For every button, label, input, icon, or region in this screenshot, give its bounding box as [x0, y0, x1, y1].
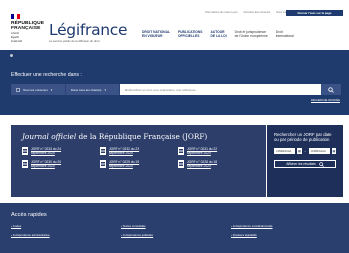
jorf-section: Journal officiel de la République França… [0, 115, 349, 203]
document-icon [22, 160, 28, 168]
period-title: Rechercher un JORF par date ou par pério… [274, 132, 332, 143]
nav-droit-ue[interactable]: Droit et jurisprudence de l'Union europé… [235, 30, 268, 38]
quick-link-juris-admin[interactable]: Jurisprudence administrative [11, 233, 121, 237]
jorf-link[interactable]: JORF n° 0231 du 22 septembre 2020 [187, 147, 217, 155]
jorf-item[interactable]: JORF n° 0232 du 23 septembre 2020 [100, 147, 173, 155]
quick-access-list: Codes Textes consolidés Jurisprudence co… [11, 224, 338, 237]
jorf-link[interactable]: JORF n° 0233 du 24 septembre 2020 [31, 147, 61, 155]
search-icon [328, 86, 334, 93]
jorf-title-italic: Journal officiel [22, 132, 77, 141]
jorf-link-line: septembre 2020 [187, 164, 211, 168]
jorf-item[interactable]: JORF n° 0231 du 22 septembre 2020 [178, 147, 251, 155]
jorf-item[interactable]: JORF n° 0228 du 18 septembre 2020 [178, 160, 251, 168]
arrow-right-icon: → [303, 149, 307, 154]
nav-autour-loi[interactable]: AUTOUR DE LA LOI [210, 30, 226, 38]
quick-link-textes[interactable]: Textes consolidés [121, 224, 231, 228]
utility-links: Informations de mises à jour Données des… [205, 11, 294, 14]
document-icon [100, 147, 106, 155]
jorf-link[interactable]: JORF n° 0229 du 19 septembre 2020 [109, 160, 139, 168]
quick-access-title: Accès rapides [11, 212, 47, 218]
jorf-link-line: septembre 2020 [31, 151, 55, 155]
jorf-item[interactable]: JORF n° 0229 du 19 septembre 2020 [100, 160, 173, 168]
jorf-link[interactable]: JORF n° 0232 du 23 septembre 2020 [109, 147, 139, 155]
calendar-icon[interactable]: ▦ [331, 148, 336, 155]
nav-label: de l'Union européenne [234, 34, 268, 38]
nav-label: EN VIGUEUR [142, 34, 163, 38]
chevron-down-icon: ▾ [50, 87, 53, 92]
jorf-item[interactable]: JORF n° 0233 du 24 septembre 2020 [22, 147, 95, 155]
site-brand[interactable]: Légifrance [49, 21, 128, 39]
site-tagline: Le service public de la diffusion du dro… [49, 39, 100, 43]
jorf-title-rest: de la République Française (JORF) [76, 132, 208, 141]
date-from-input[interactable]: JJ/MM/AAAA [274, 148, 296, 155]
nav-label: OFFICIELLES [177, 34, 200, 38]
jorf-item[interactable]: JORF n° 0230 du 20 septembre 2020 [22, 160, 95, 168]
nav-publications[interactable]: PUBLICATIONS OFFICIELLES [178, 30, 202, 38]
util-link-data[interactable]: Données des contenus [244, 11, 271, 14]
document-icon [16, 87, 20, 92]
jorf-list: JORF n° 0233 du 24 septembre 2020 JORF n°… [22, 147, 255, 168]
jorf-link[interactable]: JORF n° 0228 du 18 septembre 2020 [187, 160, 217, 168]
date-range: JJ/MM/AAAA ▦ → JJ/MM/AAAA ▦ [274, 148, 336, 155]
motto-1: Liberté [11, 32, 19, 35]
search-form: Tous les contenus ▾ Dans tous les champs… [11, 84, 341, 95]
flag-icon [11, 14, 20, 19]
jorf-link-line: septembre 2020 [31, 164, 55, 168]
jorf-link-line: septembre 2020 [109, 151, 133, 155]
quick-link-codes[interactable]: Codes [11, 224, 121, 228]
jorf-latest-box: Journal officiel de la République França… [11, 125, 266, 197]
republique-logo[interactable]: RÉPUBLIQUE FRANÇAISE Liberté Égalité Fra… [11, 14, 44, 43]
advanced-search-link[interactable]: RECHERCHE AVANCÉE [311, 99, 340, 102]
calendar-icon[interactable]: ▦ [297, 148, 302, 155]
jorf-link[interactable]: JORF n° 0230 du 20 septembre 2020 [31, 160, 61, 168]
quick-access-section: Accès rapides Codes Textes consolidés Ju… [0, 203, 349, 253]
show-results-label: Afficher les résultats [286, 162, 316, 167]
jorf-link-line: septembre 2020 [109, 164, 133, 168]
quick-link-dossiers[interactable]: Dossiers législatifs [231, 233, 341, 237]
site-header: Informations de mises à jour Données des… [0, 0, 349, 50]
document-icon [178, 147, 184, 155]
util-link-updates[interactable]: Informations de mises à jour [205, 11, 238, 14]
main-nav: DROIT NATIONAL EN VIGUEUR PUBLICATIONS O… [142, 30, 302, 38]
nav-label: DE LA LOI [210, 34, 227, 38]
search-icon [319, 162, 324, 167]
chevron-down-icon: ▾ [104, 87, 106, 92]
quick-link-juris-constit[interactable]: Jurisprudence constitutionnelle [231, 224, 341, 228]
quick-link-juris-judic[interactable]: Jurisprudence judiciaire [121, 233, 231, 237]
jorf-period-search: Rechercher un JORF par date ou par pério… [267, 125, 343, 197]
nav-label: international [275, 34, 294, 38]
content-select[interactable]: Tous les contenus ▾ [11, 84, 66, 95]
show-results-button[interactable]: Afficher les résultats [274, 160, 336, 169]
logo-line-2: FRANÇAISE [11, 26, 41, 31]
field-select-value: Dans tous les champs [71, 87, 102, 92]
field-select[interactable]: Dans tous les champs ▾ [66, 84, 120, 95]
document-icon [100, 160, 106, 168]
jorf-title: Journal officiel de la République França… [22, 132, 255, 141]
jorf-link-line: septembre 2020 [187, 151, 211, 155]
dot-decoration [10, 54, 13, 57]
document-icon [22, 147, 28, 155]
search-button[interactable] [321, 84, 341, 95]
search-section: Effectuer une recherche dans : Tous les … [0, 50, 349, 115]
date-to-input[interactable]: JJ/MM/AAAA [308, 148, 330, 155]
nav-droit-international[interactable]: Droit international [276, 30, 294, 38]
search-title: Effectuer une recherche dans : [11, 72, 82, 78]
feedback-button[interactable]: Donner l'avis sur la page [286, 10, 343, 16]
search-input[interactable] [120, 84, 321, 95]
content-select-value: Tous les contenus [23, 87, 48, 92]
motto-2: Égalité [11, 36, 19, 39]
nav-droit-national[interactable]: DROIT NATIONAL EN VIGUEUR [142, 30, 170, 38]
document-icon [178, 160, 184, 168]
motto-3: Fraternité [11, 40, 23, 43]
